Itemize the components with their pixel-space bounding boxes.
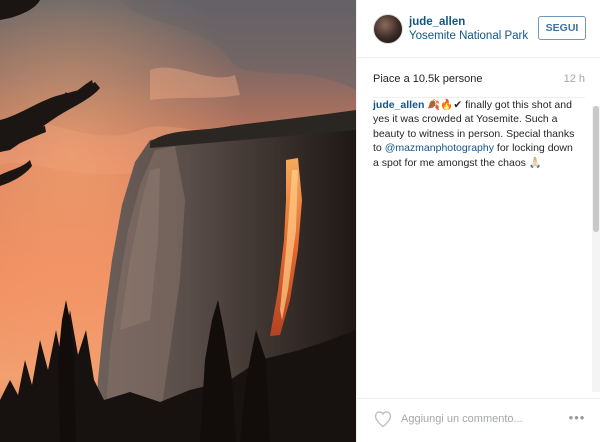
follow-button[interactable]: SEGUI xyxy=(538,16,586,40)
likes-row: Piace a 10.5k persone 12 h xyxy=(373,73,585,98)
post-photo[interactable] xyxy=(0,0,356,442)
yosemite-firefall-image xyxy=(0,0,356,442)
post-card: jude_allen Yosemite National Park SEGUI … xyxy=(0,0,600,442)
post-caption: jude_allen 🍂🔥✔ finally got this shot and… xyxy=(373,98,579,170)
post-sidebar: jude_allen Yosemite National Park SEGUI … xyxy=(356,0,600,442)
comment-input[interactable] xyxy=(401,408,551,430)
more-options-icon[interactable]: ••• xyxy=(567,411,587,425)
post-location[interactable]: Yosemite National Park xyxy=(409,30,528,42)
comments-scrollbar[interactable] xyxy=(592,106,600,392)
post-footer: ••• xyxy=(357,398,600,442)
likes-count[interactable]: Piace a 10.5k persone xyxy=(373,73,482,85)
caption-username[interactable]: jude_allen xyxy=(373,99,424,111)
caption-mention[interactable]: @mazmanphotography xyxy=(385,142,494,154)
heart-icon[interactable] xyxy=(373,409,393,429)
post-timestamp[interactable]: 12 h xyxy=(564,73,585,85)
avatar[interactable] xyxy=(373,14,403,44)
post-header: jude_allen Yosemite National Park SEGUI xyxy=(357,0,600,58)
scrollbar-thumb[interactable] xyxy=(593,106,599,232)
author-username[interactable]: jude_allen xyxy=(409,16,465,28)
